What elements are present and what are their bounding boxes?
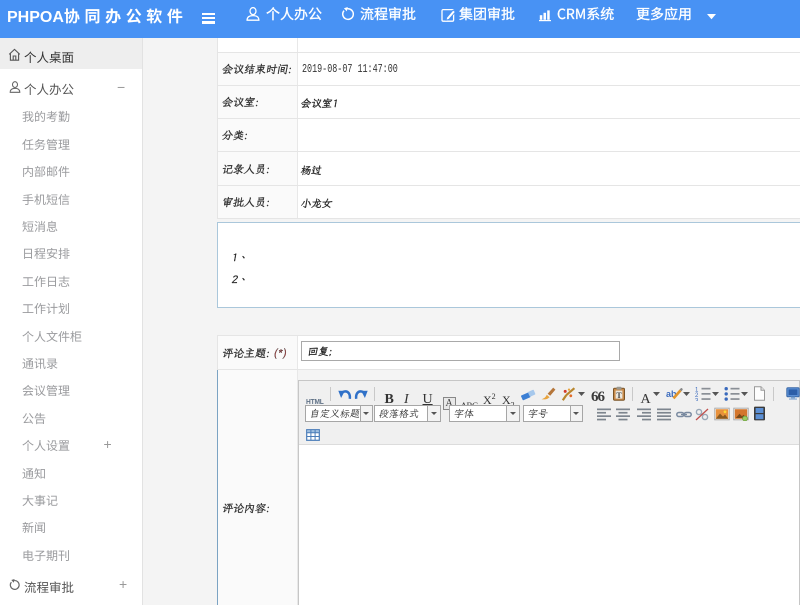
svg-text:3: 3 bbox=[695, 399, 699, 402]
svg-text:T: T bbox=[616, 391, 622, 400]
